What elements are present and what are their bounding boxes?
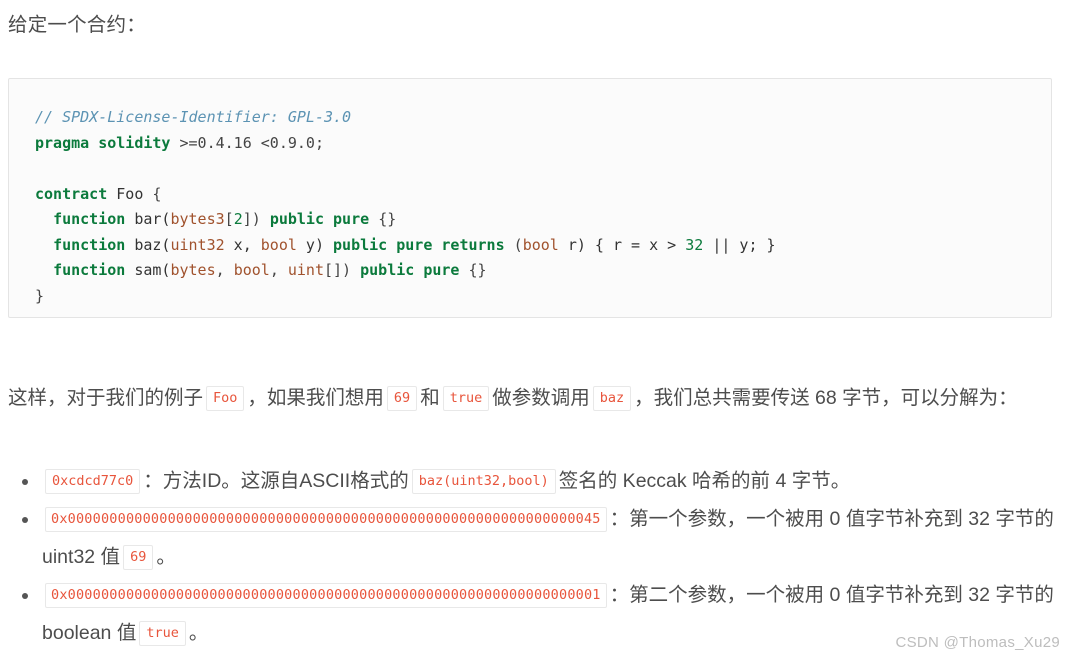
- code-fn-baz-arg1: x,: [224, 235, 261, 254]
- code-returns-paren-open: (: [513, 235, 523, 254]
- code-fn-baz-type2: bool: [260, 235, 297, 254]
- code-keyword-function-sam: function: [53, 261, 126, 279]
- code-keyword-public-baz: public: [333, 235, 388, 254]
- code-block-content: // SPDX-License-Identifier: GPL-3.0 prag…: [35, 105, 1051, 309]
- code-fn-sam-type1: bytes: [170, 261, 216, 279]
- list-item: 0x00000000000000000000000000000000000000…: [22, 500, 1072, 576]
- bullet-1-text-before: ：方法ID。这源自ASCII格式的: [143, 470, 409, 492]
- bullet-2-hex-chip: 0x00000000000000000000000000000000000000…: [45, 507, 607, 532]
- bullet-2-period: 。: [156, 546, 176, 568]
- code-brace-close: }: [35, 286, 45, 305]
- inline-code-69: 69: [386, 385, 418, 411]
- code-fn-sam-type3-array: []): [324, 261, 352, 279]
- code-fn-sam-type2: bool: [233, 261, 270, 279]
- code-fn-bar-bracket-open: [: [224, 210, 234, 228]
- code-block: // SPDX-License-Identifier: GPL-3.0 prag…: [8, 78, 1052, 318]
- bullet-3-hex-chip: 0x00000000000000000000000000000000000000…: [45, 583, 607, 608]
- bullet-2-value-chip: 69: [123, 545, 154, 570]
- code-keyword-returns: returns: [441, 235, 505, 254]
- inline-code-foo: Foo: [206, 385, 245, 411]
- code-brace-open: {: [152, 184, 162, 203]
- csdn-watermark: CSDN @Thomas_Xu29: [895, 634, 1060, 651]
- code-comment: // SPDX-License-Identifier: GPL-3.0: [35, 108, 352, 126]
- explanation-paragraph: 这样，对于我们的例子 Foo ，如果我们想用 69 和 true 做参数调用 baz ，我们总共…: [8, 378, 1064, 418]
- code-keyword-function-baz: function: [53, 235, 126, 254]
- code-keyword-solidity: solidity: [98, 133, 171, 152]
- code-fn-sam-body: {}: [468, 261, 487, 279]
- bullet-1-signature-chip: baz(uint32,bool): [411, 469, 556, 494]
- code-keyword-pure-bar: pure: [333, 210, 370, 228]
- code-keyword-contract: contract: [35, 184, 108, 203]
- code-fn-bar-body: {}: [378, 210, 397, 228]
- code-fn-sam-sep1: ,: [215, 261, 234, 279]
- code-keyword-pure-baz: pure: [396, 235, 433, 254]
- code-returns-expr: r) { r = x >: [558, 235, 686, 254]
- bullet-1-text-after: 签名的 Keccak 哈希的前 4 字节。: [558, 470, 851, 492]
- code-fn-bar-index: 2: [233, 210, 243, 228]
- breakdown-list: 0xcdcd77c0 ：方法ID。这源自ASCII格式的 baz(uint32,bo…: [8, 462, 1072, 652]
- code-keyword-function-bar: function: [53, 210, 126, 228]
- code-returns-number: 32: [685, 235, 704, 254]
- code-pragma-version: >=0.4.16 <0.9.0;: [179, 133, 325, 152]
- bullet-3-period: 。: [188, 622, 209, 644]
- paragraph-part-3: 和: [420, 386, 440, 409]
- bullet-1-hex-chip: 0xcdcd77c0: [45, 469, 141, 494]
- code-fn-sam-name: sam(: [134, 261, 171, 279]
- code-fn-sam-type3: uint: [287, 261, 324, 279]
- code-fn-bar-bracket-close: ]): [242, 210, 261, 228]
- code-fn-baz-name: baz(: [134, 235, 171, 254]
- code-keyword-public-sam: public: [360, 261, 415, 279]
- code-fn-baz-arg2: y): [296, 235, 324, 254]
- inline-code-true: true: [442, 385, 490, 411]
- code-fn-baz-type1: uint32: [170, 235, 225, 254]
- paragraph-part-2: ，如果我们想用: [247, 386, 384, 409]
- code-keyword-pure-sam: pure: [423, 261, 460, 279]
- code-keyword-public-bar: public: [269, 210, 324, 228]
- paragraph-part-1: 这样，对于我们的例子: [8, 386, 204, 409]
- code-keyword-pragma: pragma: [35, 133, 90, 152]
- bullet-3-value-chip: true: [139, 621, 186, 646]
- code-fn-bar-type: bytes3: [170, 210, 225, 228]
- code-contract-name: Foo: [116, 184, 144, 203]
- paragraph-part-4: 做参数调用: [492, 386, 590, 409]
- intro-paragraph: 给定一个合约：: [8, 14, 146, 36]
- code-fn-bar-name: bar(: [134, 210, 171, 228]
- code-returns-type: bool: [522, 235, 559, 254]
- list-item: 0xcdcd77c0 ：方法ID。这源自ASCII格式的 baz(uint32,bo…: [22, 462, 1072, 500]
- paragraph-part-5: ，我们总共需要传送 68 字节，可以分解为：: [634, 386, 1018, 409]
- code-returns-tail: || y; }: [703, 235, 776, 254]
- article-page: 给定一个合约： // SPDX-License-Identifier: GPL-…: [0, 0, 1072, 657]
- inline-code-baz: baz: [592, 385, 632, 411]
- code-fn-sam-sep2: ,: [269, 261, 288, 279]
